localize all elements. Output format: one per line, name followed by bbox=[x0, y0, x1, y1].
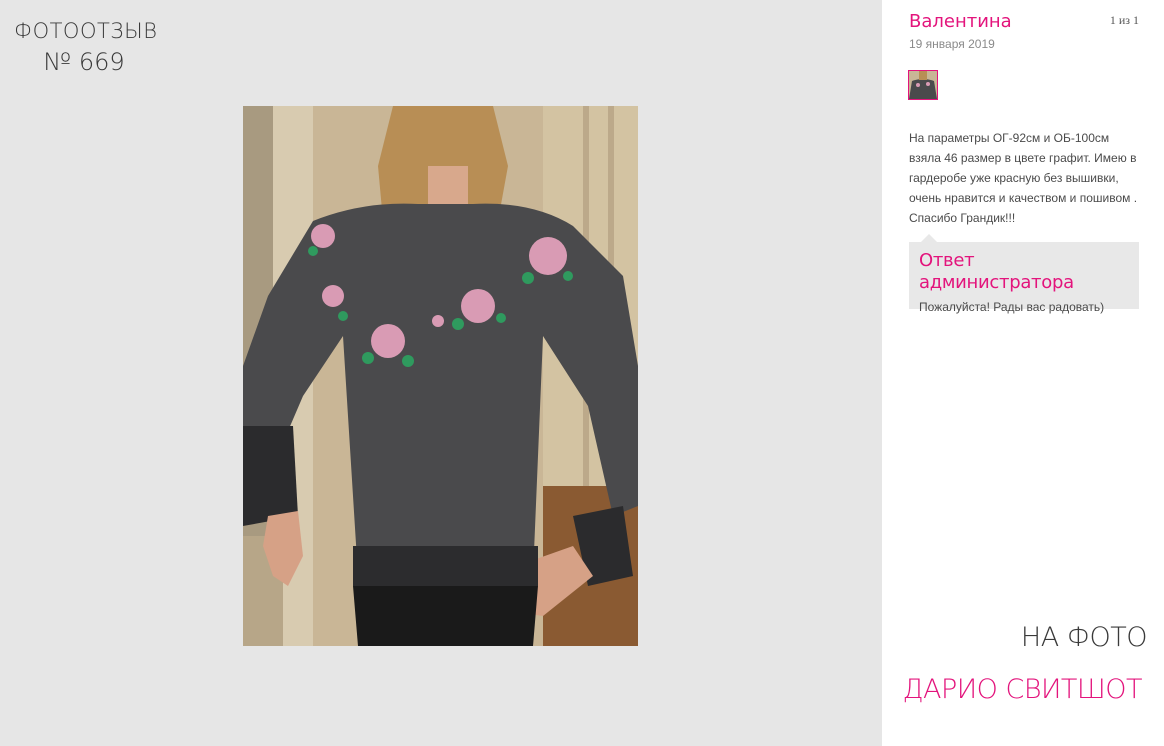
review-date: 19 января 2019 bbox=[909, 37, 995, 51]
review-number: № 669 bbox=[43, 48, 125, 76]
photo-counter: 1 из 1 bbox=[1109, 13, 1139, 27]
product-name[interactable]: ДАРИО СВИТШОТ bbox=[903, 674, 1143, 705]
review-title: ФОТООТЗЫВ № 669 bbox=[14, 18, 158, 80]
review-text: На параметры ОГ-92см и ОБ-100см взяла 46… bbox=[909, 131, 1138, 225]
admin-reply: Ответ администратора Пожалуйста! Рады ва… bbox=[909, 234, 1139, 314]
photo-thumbnail[interactable] bbox=[908, 70, 938, 100]
photo-thumbnail-image bbox=[909, 71, 937, 99]
review-author: Валентина bbox=[909, 11, 1012, 32]
admin-reply-title: Ответ администратора bbox=[919, 250, 1074, 293]
review-photo-image bbox=[243, 106, 638, 646]
review-photo[interactable] bbox=[243, 106, 638, 646]
review-panel: Валентина 1 из 1 19 января 2019 На парам… bbox=[882, 0, 1164, 746]
admin-reply-text: Пожалуйста! Рады вас радовать) bbox=[919, 300, 1105, 314]
photo-area: ФОТООТЗЫВ № 669 bbox=[0, 0, 882, 746]
on-photo-label: НА ФОТО bbox=[1020, 622, 1148, 653]
review-title-label: ФОТООТЗЫВ bbox=[14, 19, 158, 43]
